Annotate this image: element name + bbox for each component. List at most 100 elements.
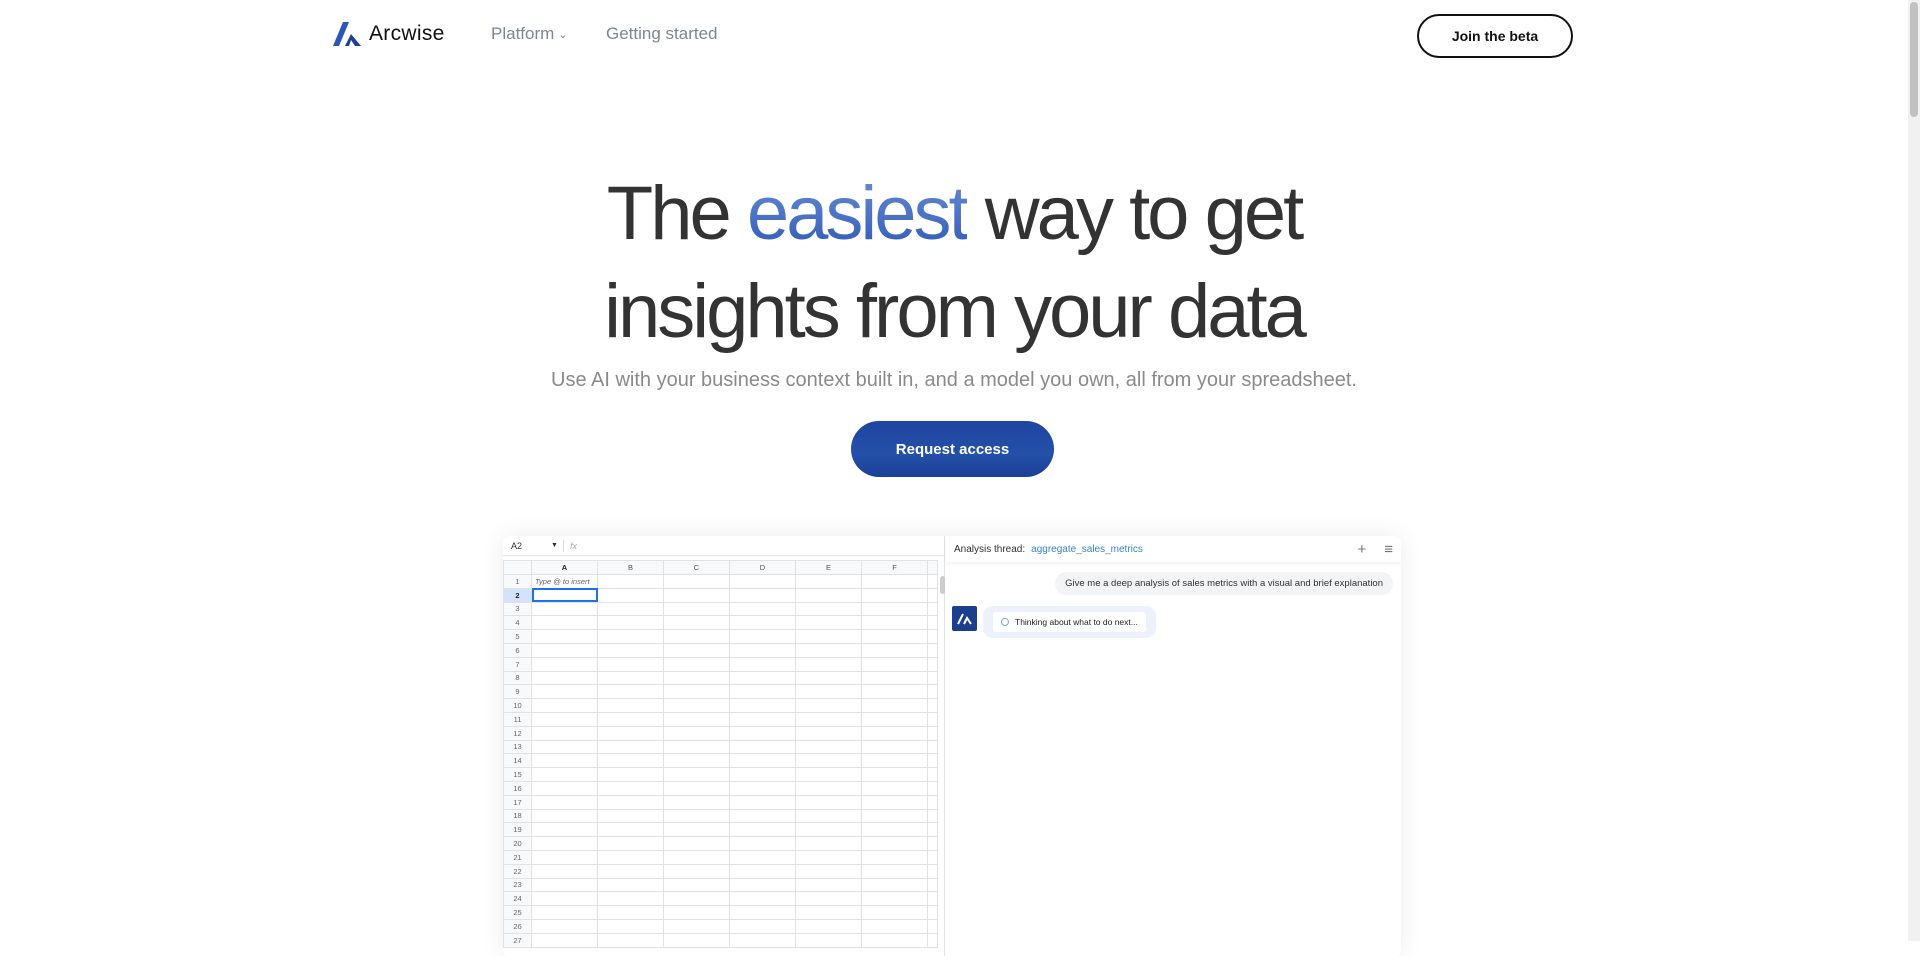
row-header[interactable]: 22 xyxy=(503,863,532,879)
cell[interactable] xyxy=(861,642,928,658)
cell[interactable]: Type @ to insert xyxy=(531,574,598,589)
cell[interactable] xyxy=(597,780,664,796)
cell[interactable] xyxy=(663,725,730,741)
cell[interactable] xyxy=(861,587,928,603)
cell[interactable] xyxy=(531,877,598,893)
cell[interactable] xyxy=(729,574,796,589)
cell[interactable] xyxy=(795,863,862,879)
cell[interactable] xyxy=(795,698,862,713)
column-header[interactable]: B xyxy=(597,560,664,575)
row-header[interactable]: 9 xyxy=(503,684,532,700)
cell[interactable] xyxy=(597,932,664,948)
cell[interactable] xyxy=(531,849,598,865)
cell[interactable] xyxy=(795,767,862,782)
name-box[interactable]: A2 xyxy=(511,541,551,551)
cell[interactable] xyxy=(597,891,664,907)
row-header[interactable]: 2 xyxy=(503,587,532,603)
request-access-button[interactable]: Request access xyxy=(851,421,1054,477)
column-header[interactable]: D xyxy=(729,560,796,575)
row-header[interactable]: 26 xyxy=(503,918,532,934)
cell[interactable] xyxy=(729,836,796,851)
corner-cell[interactable] xyxy=(503,560,532,575)
cell[interactable] xyxy=(729,918,796,934)
row-header[interactable]: 25 xyxy=(503,905,532,920)
cell[interactable] xyxy=(861,780,928,796)
cell[interactable] xyxy=(729,767,796,782)
cell[interactable] xyxy=(861,905,928,920)
cell[interactable] xyxy=(531,642,598,658)
row-header[interactable]: 20 xyxy=(503,836,532,851)
cell[interactable] xyxy=(597,767,664,782)
cell[interactable] xyxy=(597,684,664,700)
cell[interactable] xyxy=(861,601,928,617)
cell[interactable] xyxy=(531,601,598,617)
cell[interactable] xyxy=(795,684,862,700)
cell[interactable] xyxy=(663,711,730,727)
cell[interactable] xyxy=(663,615,730,631)
cell[interactable] xyxy=(597,601,664,617)
cell[interactable] xyxy=(795,905,862,920)
cell[interactable] xyxy=(597,629,664,644)
cell[interactable] xyxy=(531,808,598,824)
cell[interactable] xyxy=(531,698,598,713)
row-header[interactable]: 21 xyxy=(503,849,532,865)
cell[interactable] xyxy=(861,932,928,948)
cell[interactable] xyxy=(861,753,928,769)
cell[interactable] xyxy=(531,656,598,672)
cell[interactable] xyxy=(663,767,730,782)
cell[interactable] xyxy=(531,629,598,644)
cell[interactable] xyxy=(795,849,862,865)
cell[interactable] xyxy=(597,836,664,851)
cell[interactable] xyxy=(663,739,730,755)
sheet-scrollbar[interactable] xyxy=(940,576,945,594)
cell[interactable] xyxy=(729,725,796,741)
cell[interactable] xyxy=(729,932,796,948)
cell[interactable] xyxy=(597,822,664,838)
cell[interactable] xyxy=(795,877,862,893)
cell[interactable] xyxy=(531,670,598,686)
cell[interactable] xyxy=(531,918,598,934)
cell[interactable] xyxy=(861,711,928,727)
cell[interactable] xyxy=(861,918,928,934)
cell[interactable] xyxy=(663,642,730,658)
cell[interactable] xyxy=(795,574,862,589)
cell[interactable] xyxy=(531,794,598,810)
row-header[interactable]: 13 xyxy=(503,739,532,755)
cell[interactable] xyxy=(795,794,862,810)
cell[interactable] xyxy=(861,849,928,865)
cell[interactable] xyxy=(531,891,598,907)
scrollbar-thumb[interactable] xyxy=(1910,2,1918,117)
plus-icon[interactable]: + xyxy=(1357,541,1366,558)
row-header[interactable]: 16 xyxy=(503,780,532,796)
cell[interactable] xyxy=(729,753,796,769)
cell[interactable] xyxy=(663,836,730,851)
cell[interactable] xyxy=(597,877,664,893)
cell[interactable] xyxy=(531,905,598,920)
cell[interactable] xyxy=(531,753,598,769)
join-beta-button[interactable]: Join the beta xyxy=(1417,14,1573,58)
cell[interactable] xyxy=(663,822,730,838)
cell[interactable] xyxy=(531,725,598,741)
cell[interactable] xyxy=(861,698,928,713)
cell[interactable] xyxy=(795,739,862,755)
cell[interactable] xyxy=(729,849,796,865)
cell[interactable] xyxy=(729,615,796,631)
cell[interactable] xyxy=(729,905,796,920)
cell[interactable] xyxy=(729,642,796,658)
cell[interactable] xyxy=(597,918,664,934)
cell[interactable] xyxy=(531,780,598,796)
cell[interactable] xyxy=(795,642,862,658)
cell[interactable] xyxy=(597,739,664,755)
cell[interactable] xyxy=(861,794,928,810)
row-header[interactable]: 17 xyxy=(503,794,532,810)
column-header[interactable]: E xyxy=(795,560,862,575)
row-header[interactable]: 10 xyxy=(503,698,532,713)
cell[interactable] xyxy=(795,918,862,934)
cell[interactable] xyxy=(795,656,862,672)
row-header[interactable]: 7 xyxy=(503,656,532,672)
row-header[interactable]: 12 xyxy=(503,725,532,741)
cell[interactable] xyxy=(729,670,796,686)
row-header[interactable]: 15 xyxy=(503,767,532,782)
cell[interactable] xyxy=(729,794,796,810)
cell[interactable] xyxy=(795,836,862,851)
